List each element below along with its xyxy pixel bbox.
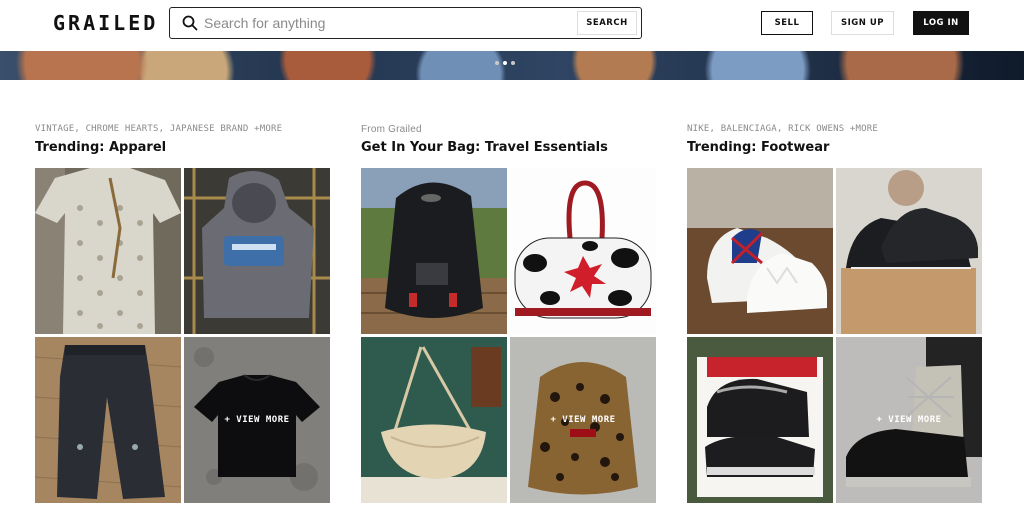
beige-shoulder-bag-image — [361, 337, 507, 503]
section-subtitle[interactable]: VINTAGE, CHROME HEARTS, JAPANESE BRAND +… — [35, 124, 331, 136]
section-trending-apparel: VINTAGE, CHROME HEARTS, JAPANESE BRAND +… — [35, 124, 331, 503]
search-bar: SEARCH — [169, 7, 642, 39]
product-tile-union-jack-sneakers[interactable] — [687, 168, 833, 334]
carousel-dots — [495, 61, 515, 65]
jordan-cement-sneakers-image — [687, 337, 833, 503]
product-tile-monogram-tshirt[interactable] — [35, 168, 181, 334]
black-backpack-image — [361, 168, 507, 334]
section-subtitle[interactable]: From Grailed — [361, 124, 657, 136]
log-in-button[interactable]: LOG IN — [913, 11, 969, 35]
product-tile-leopard-backpack[interactable]: + VIEW MORE — [510, 337, 656, 503]
view-more-link[interactable]: + VIEW MORE — [184, 337, 330, 503]
grailed-logo[interactable]: GRAILED — [53, 11, 158, 35]
search-icon — [182, 15, 198, 31]
union-jack-sneakers-image — [687, 168, 833, 334]
section-trending-footwear: NIKE, BALENCIAGA, RICK OWENS +MORE Trend… — [687, 124, 983, 503]
product-tile-black-backpack[interactable] — [361, 168, 507, 334]
section-title[interactable]: Trending: Apparel — [35, 140, 331, 155]
section-travel-essentials: From Grailed Get In Your Bag: Travel Ess… — [361, 124, 657, 503]
product-tile-black-tshirt[interactable]: + VIEW MORE — [184, 337, 330, 503]
product-tile-black-jeans[interactable] — [35, 337, 181, 503]
section-subtitle[interactable]: NIKE, BALENCIAGA, RICK OWENS +MORE — [687, 124, 983, 136]
product-tile-beige-shoulder-bag[interactable] — [361, 337, 507, 503]
gray-hoodie-image — [184, 168, 330, 334]
view-more-link[interactable]: + VIEW MORE — [510, 337, 656, 503]
search-button[interactable]: SEARCH — [577, 11, 637, 35]
black-jeans-image — [35, 337, 181, 503]
product-grid: + VIEW MORE — [35, 168, 331, 504]
product-tile-black-sneakers[interactable] — [836, 168, 982, 334]
carousel-dot-active[interactable] — [503, 61, 507, 65]
search-input[interactable] — [204, 12, 574, 34]
product-grid: + VIEW MORE — [687, 168, 983, 504]
sign-up-button[interactable]: SIGN UP — [831, 11, 894, 35]
cow-print-duffel-image — [510, 168, 656, 334]
black-sneakers-image — [836, 168, 982, 334]
section-title[interactable]: Trending: Footwear — [687, 140, 983, 155]
product-tile-jordan-cement[interactable] — [687, 337, 833, 503]
carousel-dot[interactable] — [495, 61, 499, 65]
product-grid: + VIEW MORE — [361, 168, 657, 504]
carousel-dot[interactable] — [511, 61, 515, 65]
sell-button[interactable]: SELL — [761, 11, 813, 35]
hero-banner-image[interactable] — [0, 51, 1024, 80]
site-header: GRAILED SEARCH SELL SIGN UP LOG IN — [0, 0, 1024, 51]
product-tile-gray-hoodie[interactable] — [184, 168, 330, 334]
product-tile-rick-owens[interactable]: + VIEW MORE — [836, 337, 982, 503]
monogram-tshirt-image — [35, 168, 181, 334]
product-tile-cow-duffel[interactable] — [510, 168, 656, 334]
view-more-link[interactable]: + VIEW MORE — [836, 337, 982, 503]
section-title[interactable]: Get In Your Bag: Travel Essentials — [361, 140, 657, 155]
